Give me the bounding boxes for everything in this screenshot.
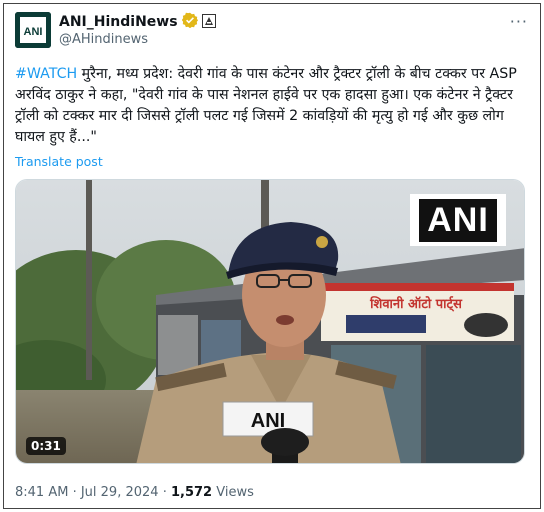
post-meta: 8:41 AM · Jul 29, 2024 · 1,572 Views — [15, 485, 254, 500]
avatar[interactable]: ANI — [15, 12, 51, 48]
ani-watermark-logo: ANI — [410, 194, 506, 246]
video-duration-badge: 0:31 — [26, 437, 66, 455]
hashtag-link[interactable]: #WATCH — [15, 66, 77, 82]
more-options-icon[interactable]: ··· — [510, 12, 528, 31]
affiliate-badge-icon — [201, 13, 216, 32]
author-handle[interactable]: @AHindinews — [59, 32, 148, 47]
video-player[interactable]: शिवानी ऑटो पार्ट्स ANI ANI 0:31 — [15, 179, 525, 464]
views-count: 1,572 — [170, 485, 213, 500]
post-date[interactable]: Jul 29, 2024 — [81, 485, 159, 500]
author-display-name[interactable]: ANI_HindiNews — [59, 14, 178, 30]
tweet-text: #WATCH मुरैना, मध्य प्रदेश: देवरी गांव क… — [15, 64, 531, 148]
shop-sign-text: शिवानी ऑटो पार्ट्स — [369, 296, 463, 312]
views-label: Views — [212, 485, 254, 500]
tweet-card: ANI ANI_HindiNews @AHindinews ··· #WATCH… — [3, 3, 541, 509]
tweet-body: मुरैना, मध्य प्रदेश: देवरी गांव के पास क… — [15, 66, 517, 145]
translate-post-link[interactable]: Translate post — [15, 154, 103, 169]
post-time[interactable]: 8:41 AM — [15, 485, 68, 500]
svg-text:ANI: ANI — [24, 26, 43, 38]
author-name-row: ANI_HindiNews — [59, 12, 216, 32]
verified-badge-icon — [181, 12, 198, 32]
